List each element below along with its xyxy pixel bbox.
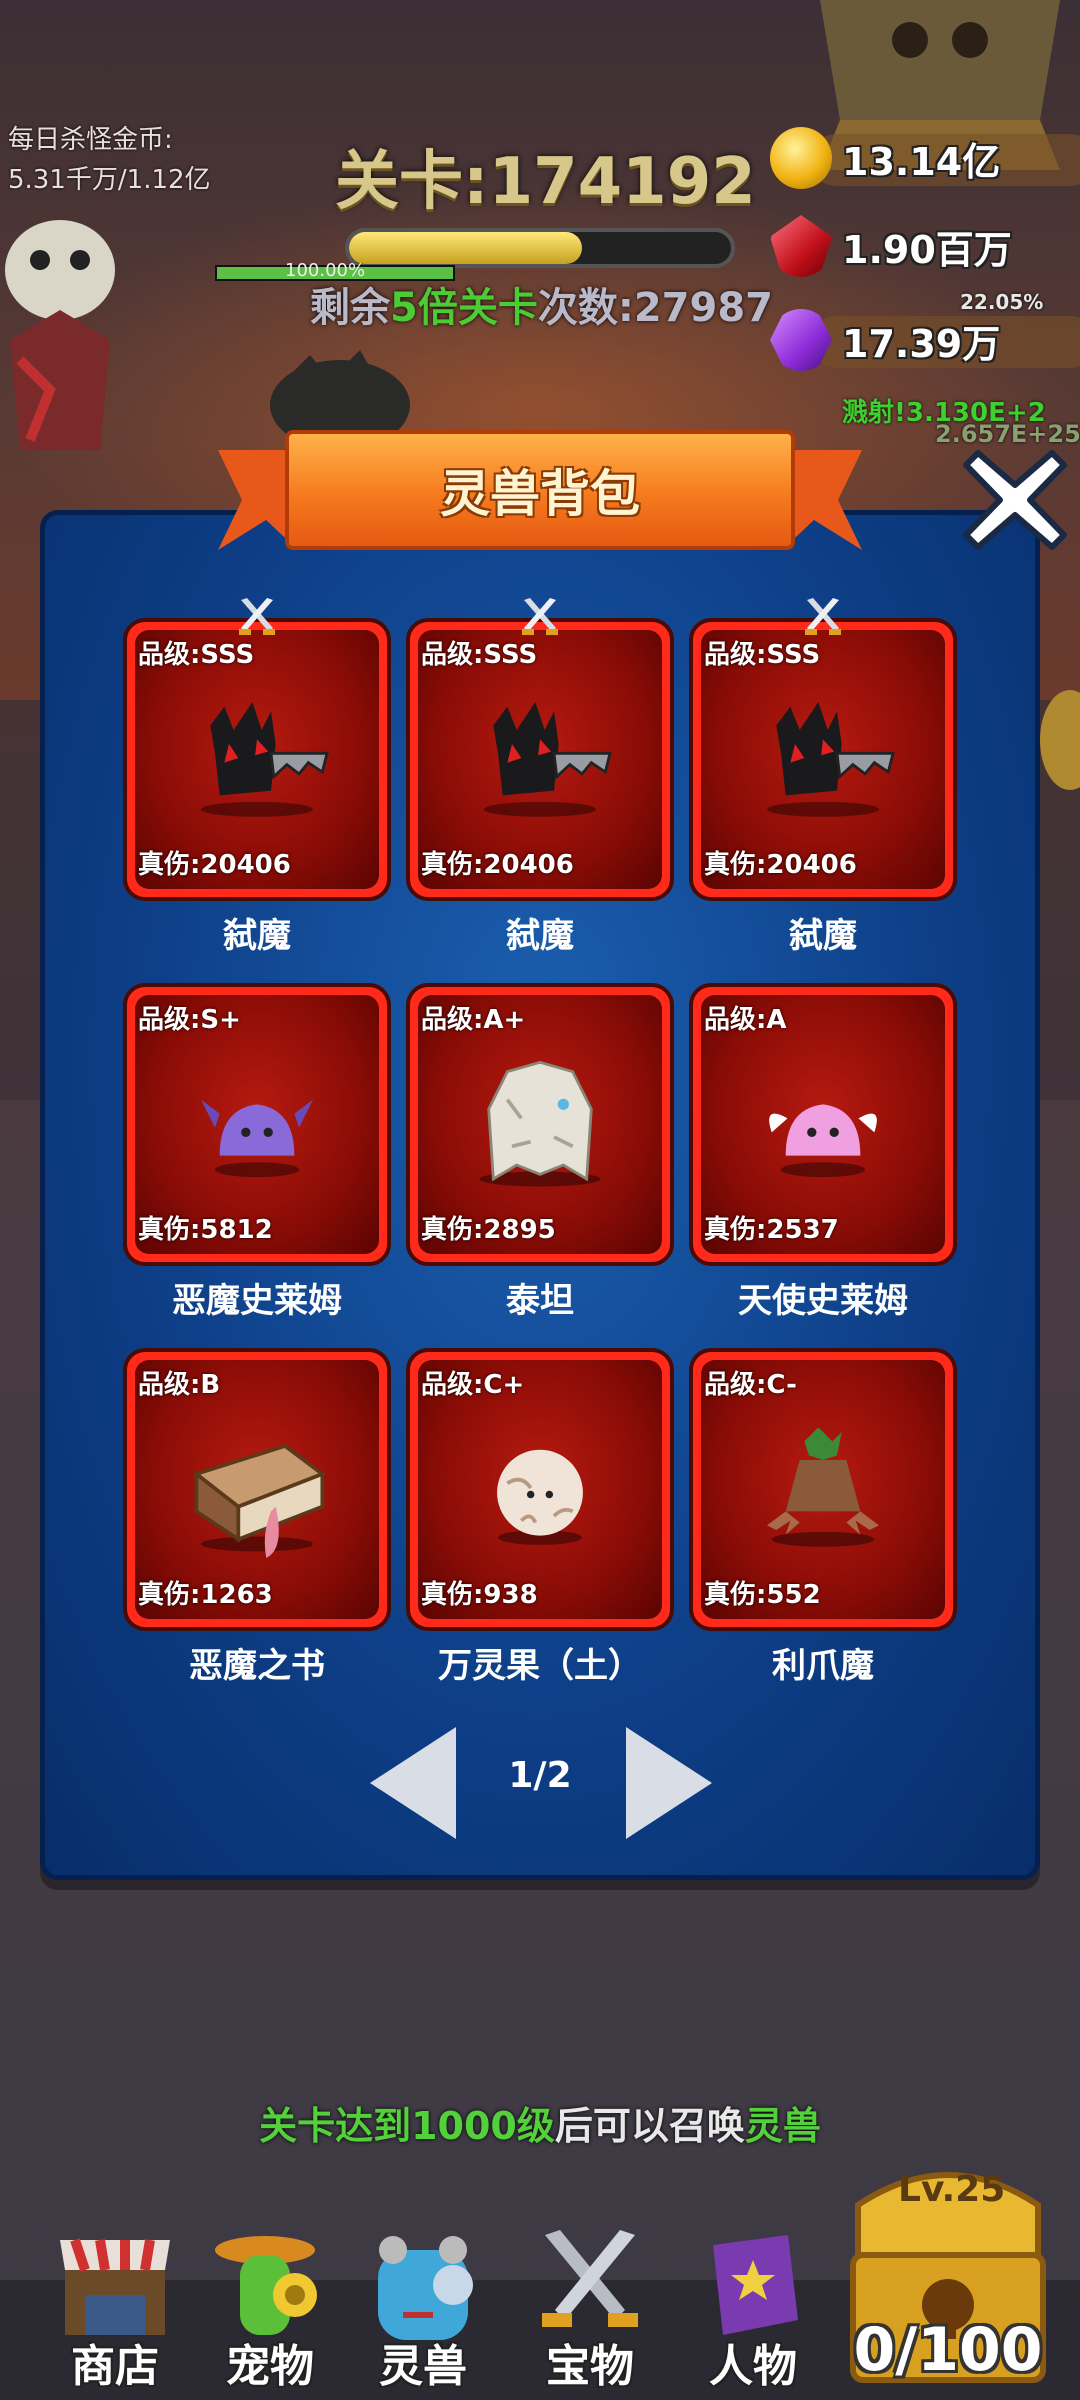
pet-icon: [215, 2236, 317, 2335]
card-true-damage: 真伤:5812: [138, 1215, 273, 1245]
nav-character-label: 人物: [709, 2341, 797, 2392]
resource-gold: 13.14亿: [770, 127, 1080, 189]
card-grade: 品级:C-: [704, 1370, 797, 1400]
ruby-icon: [770, 215, 832, 277]
spirit-fruit-sprite: [497, 1449, 583, 1545]
character-book-icon: [713, 2235, 798, 2335]
card-grade: 品级:C+: [421, 1370, 525, 1400]
card-grade: 品级:B: [138, 1370, 221, 1400]
close-x-icon: [963, 450, 1067, 550]
nav-shop-label: 商店: [71, 2341, 159, 2392]
card-beast-name: 恶魔之书: [189, 1646, 325, 1686]
close-button[interactable]: [960, 445, 1070, 555]
card-true-damage: 真伤:2537: [704, 1215, 839, 1245]
card-grade: 品级:A: [704, 1005, 787, 1035]
card-grade: 品级:A+: [421, 1005, 526, 1035]
pagination: 1/2: [370, 1715, 712, 1845]
beast-card[interactable]: 品级:A+ 真伤:2895 泰坦: [406, 983, 674, 1321]
beast-card[interactable]: 品级:C- 真伤:552 利爪魔: [689, 1348, 957, 1686]
nav-shop[interactable]: 商店: [40, 2205, 190, 2400]
card-beast-name: 泰坦: [506, 1281, 574, 1321]
summon-hint: 关卡达到1000级后可以召唤灵兽: [0, 2095, 1080, 2150]
daily-kill-label: 每日杀怪金币:: [8, 125, 173, 155]
nav-spirit-beast-label: 灵兽: [379, 2341, 467, 2392]
hint-part2: 1000级: [411, 2104, 555, 2148]
card-grade: 品级:SSS: [704, 640, 821, 670]
next-page-arrow-icon[interactable]: [626, 1727, 712, 1839]
remain-prefix: 剩余: [310, 285, 390, 331]
card-grade: 品级:SSS: [138, 640, 255, 670]
resource-ruby: 1.90百万: [770, 215, 1012, 277]
card-beast-name: 弑魔: [223, 916, 291, 956]
nav-treasure-label: 宝物: [546, 2341, 634, 2392]
remain-suffix: 次数:27987: [537, 285, 773, 331]
ruby-value: 1.90百万: [842, 227, 1012, 272]
gold-value: 13.14亿: [842, 139, 1001, 184]
hint-part4: 灵兽: [744, 2104, 821, 2148]
card-true-damage: 真伤:20406: [138, 850, 291, 880]
card-true-damage: 真伤:20406: [704, 850, 857, 880]
beast-card[interactable]: 品级:SSS 真伤:20406 弑魔: [689, 598, 957, 956]
panel-title: 灵兽背包: [440, 465, 640, 523]
claw-demon-sprite: [767, 1427, 879, 1547]
hint-part3: 后可以召唤: [554, 2104, 745, 2148]
spirit-beast-icon: [378, 2236, 473, 2340]
chest-count: 0/100: [853, 2315, 1043, 2385]
card-beast-name: 弑魔: [506, 916, 574, 956]
shop-icon: [60, 2238, 170, 2335]
card-beast-name: 天使史莱姆: [738, 1281, 908, 1321]
card-true-damage: 真伤:20406: [421, 850, 574, 880]
beast-card[interactable]: 品级:B 真伤:1263 恶魔之书: [123, 1348, 391, 1686]
beast-grid: 品级:SSS 真伤:20406 弑魔 品级:SSS 真伤:20406 弑魔 品级:SSS 真伤…: [123, 598, 958, 1698]
panel-title-banner: 灵兽背包: [285, 430, 795, 550]
beast-card[interactable]: 品级:SSS 真伤:20406 弑魔: [123, 598, 391, 956]
card-beast-name: 利爪魔: [772, 1646, 874, 1686]
stage-progress-fill: [349, 232, 583, 264]
demon-slayer-sprite: [767, 702, 895, 817]
card-grade: 品级:S+: [138, 1005, 241, 1035]
side-enemy-sprite: [1040, 690, 1080, 790]
treasure-swords-icon: [542, 2230, 638, 2327]
nav-treasure[interactable]: 宝物: [515, 2205, 665, 2400]
card-true-damage: 真伤:938: [421, 1580, 538, 1610]
card-beast-name: 弑魔: [789, 916, 857, 956]
beast-card[interactable]: 品级:A 真伤:2537 天使史莱姆: [689, 983, 957, 1321]
demon-book-sprite: [192, 1443, 327, 1558]
beast-card[interactable]: 品级:S+ 真伤:5812 恶魔史莱姆: [123, 983, 391, 1321]
card-true-damage: 真伤:1263: [138, 1580, 273, 1610]
card-true-damage: 真伤:552: [704, 1580, 821, 1610]
nav-pet[interactable]: 宠物: [195, 2205, 345, 2400]
angel-slime-sprite: [769, 1104, 877, 1178]
stage-progress-bar: [345, 228, 735, 268]
demon-slayer-sprite: [201, 702, 329, 817]
daily-kill-gold: 每日杀怪金币: 5.31千万/1.12亿: [8, 120, 211, 200]
titan-sprite: [479, 1060, 601, 1187]
beast-card[interactable]: 品级:C+ 真伤:938 万灵果（土）: [406, 1348, 674, 1686]
chest-level: Lv.25: [898, 2169, 1006, 2210]
remaining-bonus-stages: 剩余5倍关卡次数:27987: [310, 275, 773, 333]
stage-number: 关卡:174192: [335, 145, 756, 219]
gold-coin-icon: [770, 127, 832, 189]
card-beast-name: 恶魔史莱姆: [172, 1281, 342, 1321]
card-beast-name: 万灵果（土）: [438, 1646, 642, 1686]
nav-pet-label: 宠物: [226, 2341, 314, 2392]
damage-number-text: 2.657E+25: [935, 420, 1080, 448]
hint-part1: 关卡达到: [259, 2104, 412, 2148]
nav-spirit-beast[interactable]: 灵兽: [348, 2205, 498, 2400]
card-grade: 品级:SSS: [421, 640, 538, 670]
panda-warrior-sprite: [5, 220, 115, 450]
nav-character[interactable]: 人物: [678, 2205, 828, 2400]
devil-slime-sprite: [201, 1099, 313, 1178]
resource-gem: 17.39万: [770, 309, 1080, 371]
gem-value: 17.39万: [842, 321, 1001, 366]
demon-slayer-sprite: [484, 702, 612, 817]
card-true-damage: 真伤:2895: [421, 1215, 556, 1245]
crit-rate-text: 22.05%: [960, 290, 1044, 314]
remain-highlight: 5倍关卡: [390, 285, 538, 331]
prev-page-arrow-icon[interactable]: [370, 1727, 456, 1839]
beast-card[interactable]: 品级:SSS 真伤:20406 弑魔: [406, 598, 674, 956]
page-indicator: 1/2: [508, 1755, 572, 1796]
daily-kill-value: 5.31千万/1.12亿: [8, 165, 211, 195]
treasure-chest-button[interactable]: Lv.25 0/100: [838, 2155, 1058, 2390]
